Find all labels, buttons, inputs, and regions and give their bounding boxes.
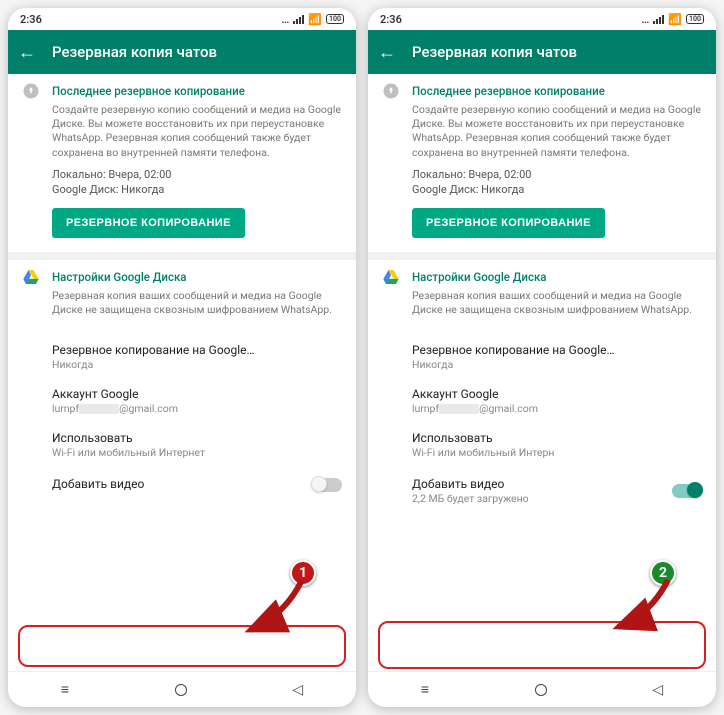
google-account-value: lumpfx@gmail.com bbox=[412, 402, 702, 415]
drive-settings-header: Настройки Google Диска bbox=[412, 270, 547, 284]
google-drive-icon bbox=[382, 268, 400, 286]
app-bar: ← Резервная копия чатов bbox=[368, 30, 716, 74]
google-account-value: lumpfx@gmail.com bbox=[52, 402, 342, 415]
wifi-icon bbox=[653, 15, 664, 24]
backup-frequency-title: Резервное копирование на Google… bbox=[412, 343, 702, 357]
page-title: Резервная копия чатов bbox=[412, 43, 577, 61]
signal-icon: 📶 bbox=[308, 13, 322, 26]
nav-menu-icon[interactable]: ≡ bbox=[421, 681, 429, 698]
include-video-row[interactable]: Добавить видео bbox=[8, 467, 356, 502]
nav-home-icon[interactable] bbox=[535, 684, 547, 696]
cloud-upload-icon bbox=[22, 82, 40, 100]
include-video-row[interactable]: Добавить видео 2,2 МБ будет загружено bbox=[368, 467, 716, 515]
backup-description: Создайте резервную копию сообщений и мед… bbox=[52, 103, 342, 160]
annotation-badge-1: 1 bbox=[290, 560, 316, 586]
battery-icon: 100 bbox=[686, 14, 704, 24]
google-drive-icon bbox=[22, 268, 40, 286]
backup-frequency-value: Никогда bbox=[52, 358, 342, 371]
last-backup-header: Последнее резервное копирование bbox=[52, 84, 245, 98]
nav-home-icon[interactable] bbox=[175, 684, 187, 696]
network-value: Wi-Fi или мобильный Интерн bbox=[412, 446, 702, 459]
drive-settings-desc: Резервная копия ваших сообщений и медиа … bbox=[52, 289, 342, 317]
redacted-text: x bbox=[79, 404, 119, 414]
backup-frequency-row[interactable]: Резервное копирование на Google… Никогда bbox=[8, 335, 356, 379]
include-video-title: Добавить видео bbox=[412, 477, 672, 491]
battery-icon: 100 bbox=[326, 14, 344, 24]
include-video-toggle[interactable] bbox=[672, 484, 702, 498]
nav-menu-icon[interactable]: ≡ bbox=[61, 681, 69, 698]
status-bar: 2:36 … 📶 100 bbox=[368, 8, 716, 30]
network-row[interactable]: Использовать Wi-Fi или мобильный Интерн bbox=[368, 423, 716, 467]
nav-back-icon[interactable]: ◁ bbox=[652, 682, 663, 698]
drive-backup-line: Google Диск: Никогда bbox=[52, 183, 342, 196]
last-backup-header: Последнее резервное копирование bbox=[412, 84, 605, 98]
nav-back-icon[interactable]: ◁ bbox=[292, 682, 303, 698]
backup-button[interactable]: РЕЗЕРВНОЕ КОПИРОВАНИЕ bbox=[412, 208, 605, 238]
network-title: Использовать bbox=[412, 431, 702, 445]
phone-left: 2:36 … 📶 100 ← Резервная копия чатов Пос… bbox=[8, 8, 356, 707]
include-video-toggle[interactable] bbox=[312, 478, 342, 492]
wifi-icon bbox=[293, 15, 304, 24]
page-title: Резервная копия чатов bbox=[52, 43, 217, 61]
backup-description: Создайте резервную копию сообщений и мед… bbox=[412, 103, 702, 160]
notification-dots-icon: … bbox=[641, 13, 649, 26]
backup-frequency-value: Никогда bbox=[412, 358, 702, 371]
drive-settings-header: Настройки Google Диска bbox=[52, 270, 187, 284]
app-bar: ← Резервная копия чатов bbox=[8, 30, 356, 74]
network-row[interactable]: Использовать Wi-Fi или мобильный Интерне… bbox=[8, 423, 356, 467]
google-account-title: Аккаунт Google bbox=[52, 387, 342, 401]
include-video-sub: 2,2 МБ будет загружено bbox=[412, 492, 672, 505]
google-account-row[interactable]: Аккаунт Google lumpfx@gmail.com bbox=[368, 379, 716, 423]
drive-settings-desc: Резервная копия ваших сообщений и медиа … bbox=[412, 289, 702, 317]
local-backup-line: Локально: Вчера, 02:00 bbox=[52, 168, 342, 181]
notification-dots-icon: … bbox=[281, 13, 289, 26]
cloud-upload-icon bbox=[382, 82, 400, 100]
network-title: Использовать bbox=[52, 431, 342, 445]
back-icon[interactable]: ← bbox=[378, 42, 396, 63]
phone-right: 2:36 … 📶 100 ← Резервная копия чатов Пос… bbox=[368, 8, 716, 707]
backup-frequency-row[interactable]: Резервное копирование на Google… Никогда bbox=[368, 335, 716, 379]
status-time: 2:36 bbox=[20, 13, 42, 26]
backup-frequency-title: Резервное копирование на Google… bbox=[52, 343, 342, 357]
network-value: Wi-Fi или мобильный Интернет bbox=[52, 446, 342, 459]
include-video-title: Добавить видео bbox=[52, 477, 312, 491]
signal-icon: 📶 bbox=[668, 13, 682, 26]
divider bbox=[8, 252, 356, 260]
redacted-text: x bbox=[439, 404, 479, 414]
status-time: 2:36 bbox=[380, 13, 402, 26]
back-icon[interactable]: ← bbox=[18, 42, 36, 63]
local-backup-line: Локально: Вчера, 02:00 bbox=[412, 168, 702, 181]
drive-backup-line: Google Диск: Никогда bbox=[412, 183, 702, 196]
android-navbar: ≡ ◁ bbox=[8, 671, 356, 707]
annotation-badge-2: 2 bbox=[650, 560, 676, 586]
google-account-title: Аккаунт Google bbox=[412, 387, 702, 401]
android-navbar: ≡ ◁ bbox=[368, 671, 716, 707]
google-account-row[interactable]: Аккаунт Google lumpfx@gmail.com bbox=[8, 379, 356, 423]
divider bbox=[368, 252, 716, 260]
backup-button[interactable]: РЕЗЕРВНОЕ КОПИРОВАНИЕ bbox=[52, 208, 245, 238]
status-bar: 2:36 … 📶 100 bbox=[8, 8, 356, 30]
